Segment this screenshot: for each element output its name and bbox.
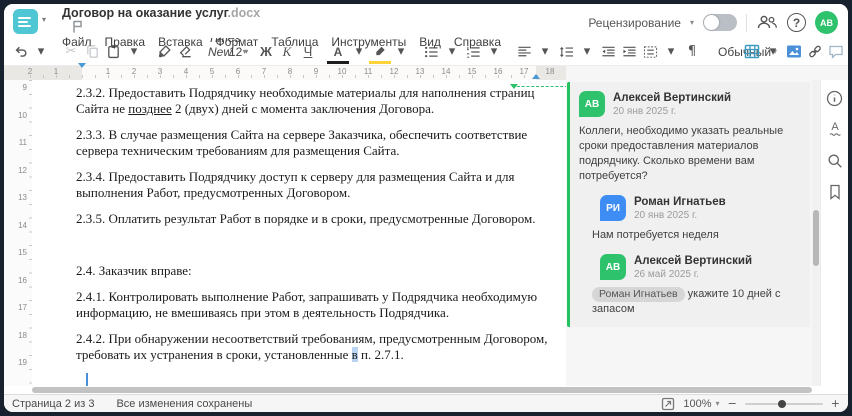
document-title: Договор на оказание услуг.docx bbox=[62, 6, 501, 33]
menu-item[interactable]: Таблица bbox=[271, 35, 318, 49]
comments-scrollbar[interactable] bbox=[812, 80, 820, 386]
document-page[interactable]: 2.3.2. Предоставить Подрядчику необходим… bbox=[32, 80, 566, 386]
save-status: Все изменения сохранены bbox=[116, 397, 253, 410]
doc-paragraph[interactable]: 2.3.5. Оплатить результат Работ в порядк… bbox=[76, 211, 554, 227]
more-tools-button[interactable]: ⋯ bbox=[847, 41, 848, 63]
zoom-slider[interactable] bbox=[744, 399, 823, 408]
menu-item[interactable]: Правка bbox=[105, 35, 146, 49]
insert-link-button[interactable] bbox=[805, 41, 825, 63]
menu-item[interactable]: Формат bbox=[216, 35, 259, 49]
align-left-button[interactable] bbox=[514, 41, 534, 63]
ruler-row: 2 1 1 2 3 4 5 6 7 8 9 10 11 12 13 14 15 16 17 18 bbox=[4, 63, 848, 90]
zoom-in-button[interactable]: + bbox=[831, 397, 840, 410]
undo-caret-icon[interactable]: ▾ bbox=[31, 41, 51, 63]
screen: { "header": { "doc_title": "Договор на о… bbox=[0, 0, 852, 416]
insert-table-button[interactable] bbox=[742, 41, 762, 63]
doc-paragraphs: 2.3.2. Предоставить Подрядчику необходим… bbox=[76, 85, 554, 386]
comment-date: 20 янв 2025 г. bbox=[613, 106, 677, 117]
comment-author: Роман Игнатьев bbox=[634, 196, 726, 208]
comment-text: Роман Игнатьев укажите 10 дней с запасом bbox=[592, 287, 781, 315]
review-mode-label[interactable]: Рецензирование bbox=[588, 16, 681, 30]
horizontal-scrollbar[interactable] bbox=[4, 386, 848, 394]
insert-image-button[interactable] bbox=[784, 41, 804, 63]
zoom-level-select[interactable]: 100% ▾ bbox=[683, 398, 719, 410]
mention-chip[interactable]: Роман Игнатьев bbox=[592, 287, 685, 302]
menu-item[interactable]: Справка bbox=[454, 35, 501, 49]
comment-thread-card[interactable]: АВ Алексей Вертинский 20 янв 2025 г. Коллег… bbox=[567, 82, 810, 327]
show-nonprinting-button[interactable]: ¶ bbox=[682, 41, 702, 63]
comment-author: Алексей Вертинский bbox=[634, 255, 753, 267]
collaboration-users-icon[interactable] bbox=[756, 15, 778, 30]
app-logo-icon[interactable] bbox=[13, 9, 38, 34]
comment-avatar: АВ bbox=[579, 91, 605, 117]
line-spacing-caret-icon[interactable]: ▾ bbox=[577, 41, 597, 63]
insert-table-caret-icon[interactable]: ▾ bbox=[763, 41, 783, 63]
highlight-color-button[interactable] bbox=[369, 41, 391, 64]
comment-reply[interactable]: РИ Роман Игнатьев 20 янв 2025 г. Нам потреб… bbox=[592, 195, 800, 243]
doc-paragraph[interactable] bbox=[76, 237, 554, 253]
font-color-button[interactable]: А bbox=[327, 41, 349, 64]
info-icon[interactable] bbox=[825, 88, 845, 108]
doc-paragraph[interactable]: 2.4. Заказчик вправе: bbox=[76, 263, 554, 279]
page-indicator[interactable]: Страница 2 из 3 bbox=[12, 398, 94, 410]
comment-date: 26 май 2025 г. bbox=[634, 269, 699, 280]
menu-item[interactable]: Вид bbox=[419, 35, 441, 49]
increase-indent-button[interactable] bbox=[619, 41, 639, 63]
horizontal-ruler: 2 1 1 2 3 4 5 6 7 8 9 10 11 12 13 14 15 16 17 18 bbox=[4, 63, 566, 90]
favorite-flag-icon[interactable] bbox=[72, 20, 83, 33]
logo-menu-caret-icon[interactable]: ▾ bbox=[42, 15, 46, 24]
right-sidebar: А bbox=[820, 80, 848, 386]
zoom-out-button[interactable]: − bbox=[728, 397, 737, 410]
right-indent-marker[interactable] bbox=[532, 74, 540, 79]
align-caret-icon[interactable]: ▾ bbox=[535, 41, 555, 63]
vertical-ruler: 91011121314151617181920 bbox=[4, 80, 32, 386]
comment-author: Алексей Вертинский bbox=[613, 92, 732, 104]
review-caret-icon[interactable]: ▾ bbox=[690, 18, 694, 27]
comment-text: Нам потребуется неделя bbox=[592, 229, 719, 241]
bookmark-icon[interactable] bbox=[825, 182, 845, 202]
doc-paragraph[interactable]: 2.4.1. Контролировать выполнение Работ, … bbox=[76, 289, 554, 321]
text-cursor bbox=[86, 373, 88, 386]
comment[interactable]: АВ Алексей Вертинский 20 янв 2025 г. Коллег… bbox=[579, 91, 800, 184]
paragraph-borders-button[interactable] bbox=[640, 41, 660, 63]
comment-date: 20 янв 2025 г. bbox=[634, 210, 698, 221]
review-toggle[interactable] bbox=[703, 14, 737, 31]
svg-text:А: А bbox=[831, 121, 839, 133]
line-spacing-button[interactable] bbox=[556, 41, 576, 63]
doc-paragraph[interactable]: 2.4.2. При обнаружении несоответствий тр… bbox=[76, 331, 554, 363]
decrease-indent-button[interactable] bbox=[598, 41, 618, 63]
help-icon[interactable]: ? bbox=[787, 13, 806, 32]
doc-paragraph[interactable]: 2.3.2. Предоставить Подрядчику необходим… bbox=[76, 85, 554, 117]
divider bbox=[746, 13, 747, 32]
comment-reply[interactable]: АВ Алексей Вертинский 26 май 2025 г. Роман … bbox=[592, 254, 800, 317]
status-bar: Страница 2 из 3 Все изменения сохранены … bbox=[4, 394, 848, 412]
menu-item[interactable]: Вставка bbox=[158, 35, 203, 49]
main-area: 91011121314151617181920 2.3.2. Предостав… bbox=[4, 80, 848, 386]
app-window: ▾ Договор на оказание услуг.docx Файл Пра… bbox=[4, 4, 848, 412]
user-avatar[interactable]: АВ bbox=[815, 11, 838, 34]
doc-paragraph[interactable]: 2.3.4. Предоставить Подрядчику доступ к … bbox=[76, 169, 554, 201]
comment-avatar: РИ bbox=[600, 195, 626, 221]
paragraph-style-select[interactable]: Обычный ▾ bbox=[712, 41, 777, 63]
comments-panel: АВ Алексей Вертинский 20 янв 2025 г. Коллег… bbox=[566, 80, 812, 386]
comment-anchor-line bbox=[510, 84, 568, 89]
undo-button[interactable] bbox=[10, 41, 30, 63]
doc-paragraph[interactable]: 2.3.3. В случае размещения Сайта на серв… bbox=[76, 127, 554, 159]
spellcheck-icon[interactable]: А bbox=[825, 119, 845, 139]
menu-bar: Файл Правка Вставка Формат Таблица Инструмент… bbox=[62, 35, 501, 49]
comment-text: Коллеги, необходимо указать реальные сро… bbox=[579, 125, 784, 182]
header: ▾ Договор на оказание услуг.docx Файл Пра… bbox=[4, 4, 848, 49]
search-icon[interactable] bbox=[825, 151, 845, 171]
paragraph-borders-caret-icon[interactable]: ▾ bbox=[661, 41, 681, 63]
menu-item[interactable]: Файл bbox=[62, 35, 92, 49]
fit-width-icon[interactable] bbox=[661, 397, 675, 411]
comment-avatar: АВ bbox=[600, 254, 626, 280]
insert-comment-button[interactable] bbox=[826, 41, 846, 63]
